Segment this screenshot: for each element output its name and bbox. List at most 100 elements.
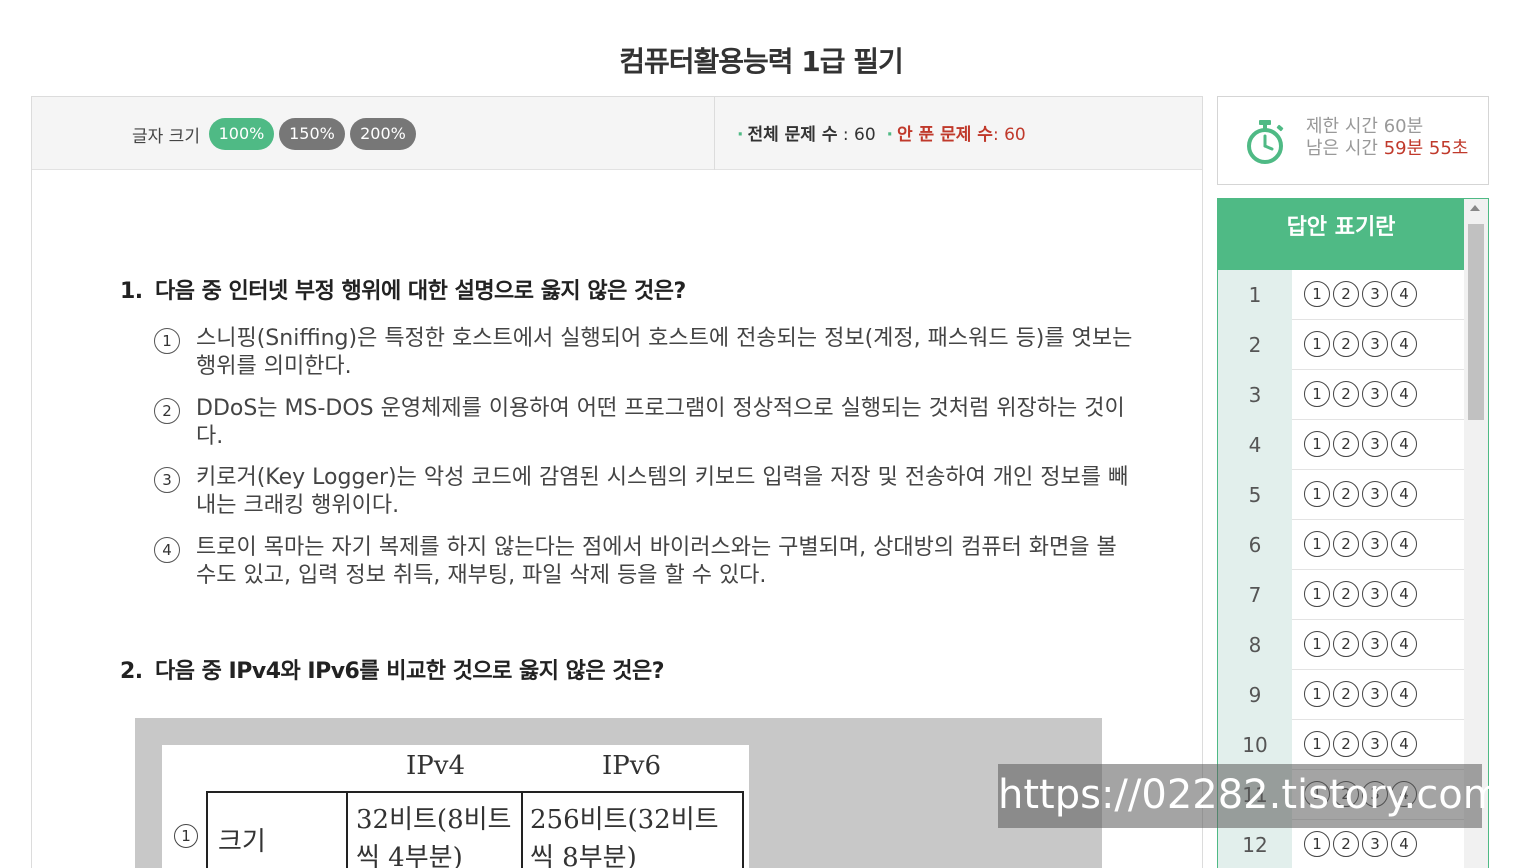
answer-choice-4-2[interactable]: 2 [1333, 431, 1359, 457]
page-title: 컴퓨터활용능력 1급 필기 [619, 45, 904, 78]
comparison-table: IPv4 IPv6 1 크기 32비트(8비트 씩 4부분) 256비트(32비… [162, 745, 749, 868]
answer-choices: 1234 [1304, 631, 1420, 657]
answer-choice-9-4[interactable]: 4 [1391, 681, 1417, 707]
answer-choice-7-2[interactable]: 2 [1333, 581, 1359, 607]
table-cell-ipv4: 32비트(8비트 씩 4부분) [356, 805, 512, 868]
table-grid: 크기 32비트(8비트 씩 4부분) 256비트(32비트 씩 8부분) [206, 791, 744, 868]
answer-choices: 1234 [1304, 531, 1420, 557]
question-number: 2. [120, 659, 143, 684]
answer-choices: 1234 [1304, 681, 1420, 707]
answer-choice-2-2[interactable]: 2 [1333, 331, 1359, 357]
toolbar-divider [714, 97, 715, 170]
answer-choice-10-4[interactable]: 4 [1391, 731, 1417, 757]
answer-choice-3-1[interactable]: 1 [1304, 381, 1330, 407]
answer-choices: 1234 [1304, 281, 1420, 307]
question-panel: 글자 크기 100% 150% 200% · 전체 문제 수 : 60 · 안 푼 … [31, 96, 1203, 868]
bullet-icon: · [737, 125, 744, 145]
watermark: https://02282.tistory.com [998, 764, 1502, 828]
answer-choice-2-4[interactable]: 4 [1391, 331, 1417, 357]
unsolved-questions-value: : 60 [992, 125, 1026, 145]
answer-choice-9-1[interactable]: 1 [1304, 681, 1330, 707]
option-text: 트로이 목마는 자기 복제를 하지 않는다는 점에서 바이러스와는 구별되며, … [196, 535, 1117, 588]
answer-choice-12-2[interactable]: 2 [1333, 831, 1359, 857]
answer-row-number: 2 [1218, 320, 1292, 370]
answer-choice-8-2[interactable]: 2 [1333, 631, 1359, 657]
answer-choice-10-1[interactable]: 1 [1304, 731, 1330, 757]
total-questions-label: 전체 문제 수 [747, 125, 838, 145]
answer-row-number: 5 [1218, 470, 1292, 520]
table-divider [521, 793, 523, 868]
answer-choice-6-1[interactable]: 1 [1304, 531, 1330, 557]
answer-choice-4-4[interactable]: 4 [1391, 431, 1417, 457]
font-size-150-button[interactable]: 150% [279, 118, 345, 150]
answer-choice-9-2[interactable]: 2 [1333, 681, 1359, 707]
question-2-title: 2. 다음 중 IPv4와 IPv6를 비교한 것으로 옳지 않은 것은? [120, 653, 665, 685]
scrollbar-thumb[interactable] [1468, 224, 1484, 420]
stopwatch-icon [1247, 120, 1284, 164]
timer-box: 제한 시간 60분 남은 시간 59분 55초 [1217, 96, 1489, 185]
table-header-ipv6: IPv6 [602, 751, 661, 781]
answer-choices: 1234 [1304, 381, 1420, 407]
answer-choice-2-3[interactable]: 3 [1362, 331, 1388, 357]
answer-choice-10-2[interactable]: 2 [1333, 731, 1359, 757]
answer-choices: 1234 [1304, 581, 1420, 607]
option-mark: 2 [154, 398, 180, 424]
answer-row-6: 61234 [1218, 520, 1464, 570]
answer-choice-5-4[interactable]: 4 [1391, 481, 1417, 507]
font-size-200-button[interactable]: 200% [350, 118, 416, 150]
answer-choices: 1234 [1304, 431, 1420, 457]
answer-choice-1-2[interactable]: 2 [1333, 281, 1359, 307]
option-mark: 3 [154, 467, 180, 493]
answer-row-2: 21234 [1218, 320, 1464, 370]
answer-choice-4-1[interactable]: 1 [1304, 431, 1330, 457]
answer-choice-5-2[interactable]: 2 [1333, 481, 1359, 507]
total-questions-value: : 60 [842, 125, 876, 145]
answer-choice-3-3[interactable]: 3 [1362, 381, 1388, 407]
answer-choice-1-1[interactable]: 1 [1304, 281, 1330, 307]
answer-choices: 1234 [1304, 481, 1420, 507]
answer-row-number: 1 [1218, 270, 1292, 320]
answer-choice-6-3[interactable]: 3 [1362, 531, 1388, 557]
answer-choices: 1234 [1304, 731, 1420, 757]
answer-row-number: 3 [1218, 370, 1292, 420]
answer-choice-5-1[interactable]: 1 [1304, 481, 1330, 507]
answer-choice-9-3[interactable]: 3 [1362, 681, 1388, 707]
answer-choice-6-2[interactable]: 2 [1333, 531, 1359, 557]
font-size-100-button[interactable]: 100% [209, 118, 274, 150]
answer-choice-4-3[interactable]: 3 [1362, 431, 1388, 457]
question-text: 다음 중 인터넷 부정 행위에 대한 설명으로 옳지 않은 것은? [155, 279, 686, 304]
answer-choice-7-3[interactable]: 3 [1362, 581, 1388, 607]
answer-choice-2-1[interactable]: 1 [1304, 331, 1330, 357]
answer-choice-3-4[interactable]: 4 [1391, 381, 1417, 407]
answer-choice-1-4[interactable]: 4 [1391, 281, 1417, 307]
bullet-icon: · [886, 125, 893, 145]
time-limit-value: 60분 [1383, 116, 1424, 137]
answer-row-number: 7 [1218, 570, 1292, 620]
time-remaining-value: 59분 55초 [1383, 138, 1469, 159]
answer-choice-12-4[interactable]: 4 [1391, 831, 1417, 857]
table-divider [346, 793, 348, 868]
answer-choice-10-3[interactable]: 3 [1362, 731, 1388, 757]
scroll-up-icon[interactable] [1470, 205, 1480, 211]
answer-choice-5-3[interactable]: 3 [1362, 481, 1388, 507]
table-row-label: 크기 [218, 827, 266, 857]
answer-choice-6-4[interactable]: 4 [1391, 531, 1417, 557]
question-text: 다음 중 IPv4와 IPv6를 비교한 것으로 옳지 않은 것은? [155, 659, 665, 684]
time-limit-label: 제한 시간 [1306, 116, 1378, 137]
answer-row-7: 71234 [1218, 570, 1464, 620]
answer-row-number: 10 [1218, 720, 1292, 770]
time-remaining-label: 남은 시간 [1306, 138, 1378, 159]
question-2-image: IPv4 IPv6 1 크기 32비트(8비트 씩 4부분) 256비트(32비… [135, 718, 1102, 868]
answer-choice-7-1[interactable]: 1 [1304, 581, 1330, 607]
answer-choice-1-3[interactable]: 3 [1362, 281, 1388, 307]
answer-row-5: 51234 [1218, 470, 1464, 520]
answer-choice-8-4[interactable]: 4 [1391, 631, 1417, 657]
answer-choice-3-2[interactable]: 2 [1333, 381, 1359, 407]
answer-choice-8-1[interactable]: 1 [1304, 631, 1330, 657]
answer-choice-12-1[interactable]: 1 [1304, 831, 1330, 857]
option-text: DDoS는 MS-DOS 운영체제를 이용하여 어떤 프로그램이 정상적으로 실… [196, 396, 1125, 449]
answer-row-8: 81234 [1218, 620, 1464, 670]
answer-choice-12-3[interactable]: 3 [1362, 831, 1388, 857]
answer-choice-8-3[interactable]: 3 [1362, 631, 1388, 657]
answer-choice-7-4[interactable]: 4 [1391, 581, 1417, 607]
